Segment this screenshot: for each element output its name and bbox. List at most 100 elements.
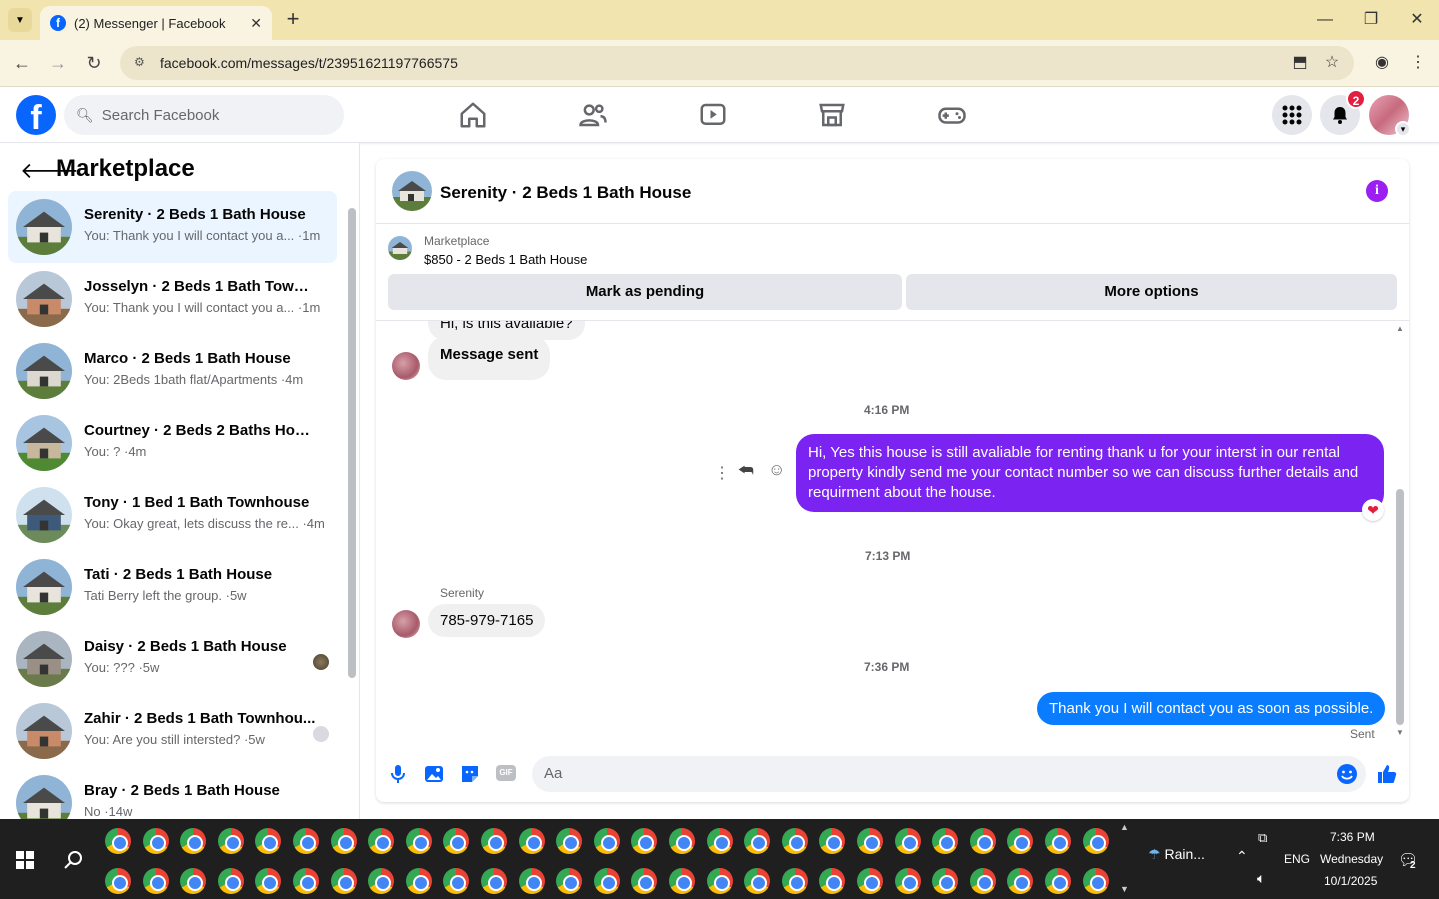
scroll-down-icon[interactable]: ▼ xyxy=(1394,728,1406,737)
taskbar-scroll-up-icon[interactable]: ▲ xyxy=(1120,822,1130,832)
emoji-icon[interactable] xyxy=(1335,762,1359,786)
home-icon[interactable] xyxy=(458,100,488,130)
gaming-icon[interactable] xyxy=(937,100,967,130)
close-window-icon[interactable]: ✕ xyxy=(1403,8,1431,32)
chrome-profile-icon[interactable] xyxy=(781,828,808,854)
clock-day[interactable]: Wednesday xyxy=(1320,852,1383,866)
chevron-down-icon[interactable]: ▾ xyxy=(1395,121,1411,137)
chrome-profile-icon[interactable] xyxy=(180,828,207,854)
camera-icon[interactable]: ⧉ xyxy=(1258,830,1267,846)
chrome-profile-icon[interactable] xyxy=(1045,828,1071,854)
sender-avatar[interactable] xyxy=(392,352,420,380)
thumbs-up-icon[interactable] xyxy=(1375,762,1399,786)
chrome-profile-icon[interactable] xyxy=(293,828,319,854)
address-bar[interactable]: ⚙ facebook.com/messages/t/23951621197766… xyxy=(120,46,1354,80)
conversation-item[interactable]: Tati · 2 Beds 1 Bath House Tati Berry lef… xyxy=(8,551,337,623)
received-message-bubble[interactable]: 785-979-7165 xyxy=(428,604,546,637)
chrome-profile-icon[interactable] xyxy=(969,868,996,894)
site-info-icon[interactable]: ⚙ xyxy=(134,55,150,71)
show-hidden-icons-icon[interactable]: ⌃ xyxy=(1236,848,1248,865)
friends-icon[interactable] xyxy=(578,100,608,130)
sent-message-bubble[interactable]: Hi, Yes this house is still avaliable fo… xyxy=(796,434,1384,512)
weather-widget[interactable]: ☂ Rain... xyxy=(1148,846,1205,863)
chrome-profile-icon[interactable] xyxy=(142,828,169,854)
conversation-list-scrollbar[interactable] xyxy=(347,196,357,808)
chrome-profile-icon[interactable] xyxy=(105,828,131,854)
photo-icon[interactable] xyxy=(422,762,446,786)
message-sent-bubble[interactable]: Message sent xyxy=(428,336,551,380)
sender-avatar[interactable] xyxy=(392,610,420,638)
chrome-profile-icon[interactable] xyxy=(142,868,169,894)
chrome-profile-icon[interactable] xyxy=(556,828,583,854)
chrome-profile-icon[interactable] xyxy=(1082,828,1109,854)
chrome-profile-icon[interactable] xyxy=(706,828,733,854)
chrome-profile-icon[interactable] xyxy=(669,868,695,894)
scrollbar-thumb[interactable] xyxy=(1396,489,1404,725)
chrome-profile-icon[interactable] xyxy=(293,868,319,894)
taskbar-search-icon[interactable] xyxy=(62,849,84,871)
conversation-item[interactable]: Marco · 2 Beds 1 Bath House You: 2Beds 1b… xyxy=(8,335,337,407)
chrome-profile-icon[interactable] xyxy=(180,868,207,894)
reload-icon[interactable]: ↻ xyxy=(82,51,106,75)
chrome-profile-icon[interactable] xyxy=(330,828,357,854)
clock-time[interactable]: 7:36 PM xyxy=(1330,830,1375,844)
more-options-button[interactable]: More options xyxy=(906,274,1397,310)
chrome-profile-icon[interactable] xyxy=(217,828,244,854)
chrome-profile-icon[interactable] xyxy=(105,868,131,894)
more-actions-icon[interactable]: ⋮ xyxy=(714,463,730,483)
chrome-profile-icon[interactable] xyxy=(368,828,395,854)
chrome-profile-icon[interactable] xyxy=(518,828,545,854)
chrome-profile-icon[interactable] xyxy=(781,868,808,894)
conversation-item[interactable]: Daisy · 2 Beds 1 Bath House You: ??? ·5w xyxy=(8,623,337,695)
gif-icon[interactable]: GIF xyxy=(496,765,516,781)
chrome-profile-icon[interactable] xyxy=(894,828,921,854)
info-icon[interactable]: i xyxy=(1366,180,1388,202)
minimize-icon[interactable]: — xyxy=(1311,8,1339,32)
forward-icon[interactable]: → xyxy=(46,51,70,75)
restore-icon[interactable]: ❐ xyxy=(1357,8,1385,32)
chrome-profile-icon[interactable] xyxy=(932,828,959,854)
conversation-item[interactable]: Serenity · 2 Beds 1 Bath House You: Thank… xyxy=(8,191,337,263)
conversation-item[interactable]: Courtney · 2 Beds 2 Baths House You: ? ·4… xyxy=(8,407,337,479)
new-tab-button[interactable]: + xyxy=(282,8,304,32)
facebook-logo[interactable]: f xyxy=(16,95,56,137)
message-input[interactable]: Aa xyxy=(532,756,1366,792)
chat-title[interactable]: Serenity · 2 Beds 1 Bath House xyxy=(440,183,691,203)
mark-as-pending-button[interactable]: Mark as pending xyxy=(388,274,902,310)
facebook-search-input[interactable]: 🔍︎ Search Facebook xyxy=(64,95,344,135)
chrome-profile-icon[interactable] xyxy=(706,868,733,894)
scrollbar-thumb[interactable] xyxy=(348,208,356,678)
back-arrow-icon[interactable]: 🡐 xyxy=(20,159,79,183)
language-indicator[interactable]: ENG xyxy=(1284,852,1310,866)
profile-icon[interactable]: ◉ xyxy=(1370,51,1394,75)
browser-tab[interactable]: f (2) Messenger | Facebook ✕ xyxy=(40,6,272,40)
taskbar-scroll-down-icon[interactable]: ▼ xyxy=(1120,884,1130,894)
sent-message-bubble[interactable]: Thank you I will contact you as soon as … xyxy=(1037,692,1386,725)
chrome-profile-icon[interactable] xyxy=(330,868,357,894)
listing-thumbnail[interactable] xyxy=(388,236,412,260)
install-app-icon[interactable]: ⬒ xyxy=(1288,51,1312,75)
chrome-profile-icon[interactable] xyxy=(481,868,507,894)
listing-price[interactable]: $850 - 2 Beds 1 Bath House xyxy=(424,252,587,267)
listing-house-thumbnail[interactable] xyxy=(392,171,432,211)
chrome-profile-icon[interactable] xyxy=(894,868,921,894)
chrome-profile-icon[interactable] xyxy=(1045,868,1071,894)
chrome-profile-icon[interactable] xyxy=(1082,868,1109,894)
volume-icon[interactable]: 🔈︎ xyxy=(1257,870,1265,887)
chrome-profile-icon[interactable] xyxy=(368,868,395,894)
chrome-profile-icon[interactable] xyxy=(217,868,244,894)
chrome-profile-icon[interactable] xyxy=(481,828,507,854)
notification-center-icon[interactable]: 💬︎ xyxy=(1398,850,1420,870)
menu-grid-button[interactable] xyxy=(1272,95,1312,135)
conversation-item[interactable]: Josselyn · 2 Beds 1 Bath Townho... You: T… xyxy=(8,263,337,335)
chrome-profile-icon[interactable] xyxy=(405,828,432,854)
chrome-profile-icon[interactable] xyxy=(405,868,432,894)
chrome-profile-icon[interactable] xyxy=(556,868,583,894)
tab-search-dropdown-icon[interactable]: ▼ xyxy=(8,8,32,32)
scroll-up-icon[interactable]: ▲ xyxy=(1394,324,1406,333)
chrome-profile-icon[interactable] xyxy=(744,828,771,854)
microphone-icon[interactable] xyxy=(386,762,410,786)
react-emoji-icon[interactable]: ☺ xyxy=(768,460,785,480)
marketplace-icon[interactable] xyxy=(817,100,847,130)
heart-reaction-icon[interactable]: ❤ xyxy=(1362,499,1384,521)
